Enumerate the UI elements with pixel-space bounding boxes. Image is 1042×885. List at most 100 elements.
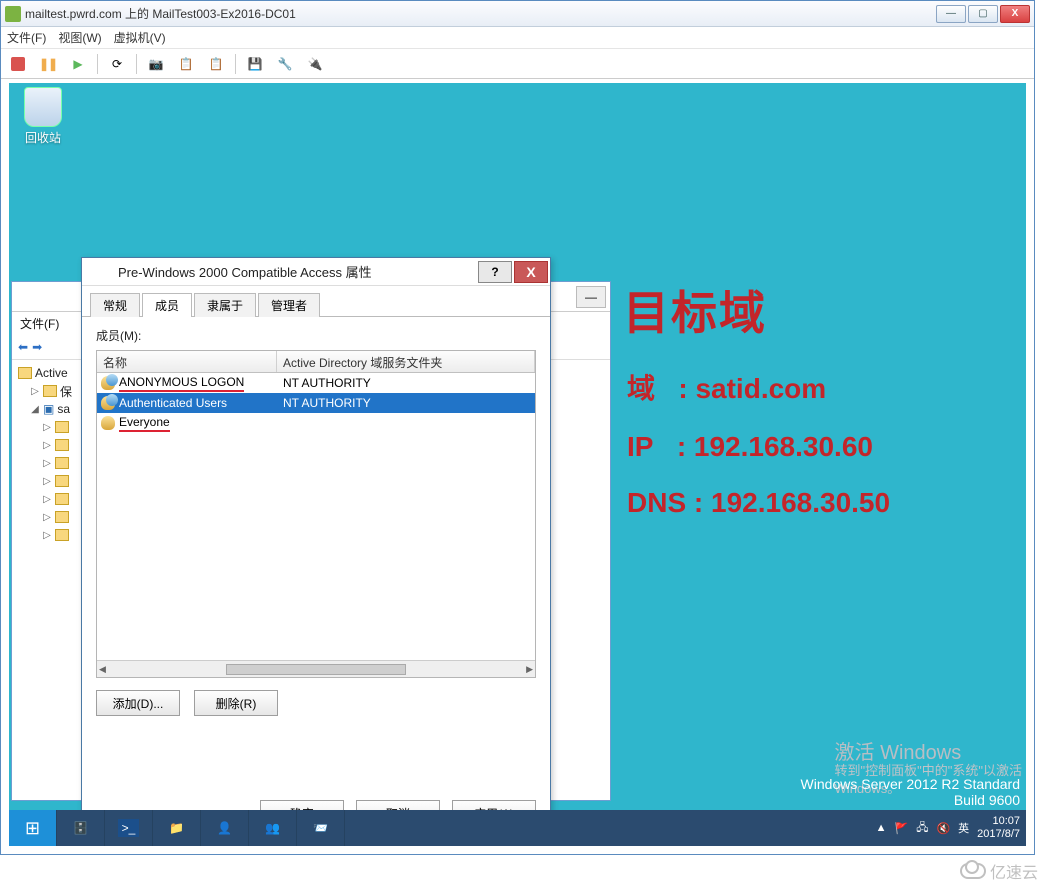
dialog-titlebar[interactable]: Pre-Windows 2000 Compatible Access 属性 ? …	[82, 258, 550, 286]
folder-icon	[55, 439, 69, 451]
expand-icon[interactable]: ▷	[30, 386, 40, 397]
expand-icon[interactable]: ▷	[42, 422, 52, 433]
folder-icon	[55, 493, 69, 505]
overlay-header: 目标域	[623, 277, 767, 343]
menu-vm[interactable]: 虚拟机(V)	[114, 29, 166, 46]
member-name: ANONYMOUS LOGON	[119, 375, 244, 392]
user-icon	[101, 376, 115, 390]
tool-icon[interactable]: 📋	[205, 53, 227, 75]
member-folder: NT AUTHORITY	[277, 376, 535, 390]
column-name[interactable]: 名称	[97, 351, 277, 372]
ad-menu-file[interactable]: 文件(F)	[20, 315, 59, 332]
horizontal-scrollbar[interactable]: ◀ ▶	[97, 660, 535, 677]
folder-icon	[55, 421, 69, 433]
tool-icon[interactable]: 🔧	[274, 53, 296, 75]
play-button[interactable]: ▶	[67, 53, 89, 75]
taskbar-server-manager[interactable]: 🗄️	[57, 810, 105, 846]
tool-icon[interactable]: 💾	[244, 53, 266, 75]
taskbar-app-icon[interactable]: 👤	[201, 810, 249, 846]
remove-button[interactable]: 删除(R)	[194, 690, 278, 716]
folder-icon	[18, 367, 32, 379]
toolbar-separator	[136, 54, 137, 74]
expand-icon[interactable]: ▷	[42, 458, 52, 469]
vm-titlebar[interactable]: mailtest.pwrd.com 上的 MailTest003-Ex2016-…	[1, 1, 1034, 27]
vm-viewer-window: mailtest.pwrd.com 上的 MailTest003-Ex2016-…	[0, 0, 1035, 855]
tab-general[interactable]: 常规	[90, 293, 140, 317]
tray-ime[interactable]: 英	[958, 820, 969, 836]
members-label: 成员(M):	[96, 327, 536, 344]
guest-desktop[interactable]: 回收站 ▢ X 本地域 本地域 本地域 本地域 本地域 本地域 本地域 本地域 …	[1, 79, 1034, 854]
help-button[interactable]: ?	[478, 261, 512, 283]
column-folder[interactable]: Active Directory 域服务文件夹	[277, 351, 535, 372]
ad-min-button[interactable]: —	[576, 286, 606, 308]
tray-sound-icon[interactable]: 🔇	[936, 822, 950, 835]
overlay-domain: 域 : satid.com	[627, 365, 826, 413]
os-version: Windows Server 2012 R2 Standard Build 96…	[801, 776, 1020, 808]
recycle-bin-label: 回收站	[25, 131, 61, 145]
tab-managedby[interactable]: 管理者	[258, 293, 320, 317]
tab-members[interactable]: 成员	[142, 293, 192, 317]
table-row[interactable]: Authenticated Users NT AUTHORITY	[97, 393, 535, 413]
taskbar-powershell[interactable]: >_	[105, 810, 153, 846]
taskbar-app-icon[interactable]: 📨	[297, 810, 345, 846]
close-button[interactable]: X	[1000, 5, 1030, 23]
tool-icon[interactable]: 📷	[145, 53, 167, 75]
expand-icon[interactable]: ▷	[42, 440, 52, 451]
tray-up-icon[interactable]: ▲	[876, 822, 887, 834]
table-row[interactable]: Everyone	[97, 413, 535, 433]
folder-icon	[55, 529, 69, 541]
minimize-button[interactable]: —	[936, 5, 966, 23]
properties-dialog: Pre-Windows 2000 Compatible Access 属性 ? …	[81, 257, 551, 837]
taskbar[interactable]: ⊞ 🗄️ >_ 📁 👤 👥 📨 ▲ 🚩 🖧 🔇 英 10:07 2017/8/7	[9, 810, 1026, 846]
member-name: Authenticated Users	[119, 396, 227, 410]
collapse-icon[interactable]: ◢	[30, 404, 40, 415]
tree-node[interactable]: 保	[60, 383, 72, 400]
dialog-close-button[interactable]: X	[514, 261, 548, 283]
maximize-button[interactable]: ▢	[968, 5, 998, 23]
members-table[interactable]: 名称 Active Directory 域服务文件夹 ANONYMOUS LOG…	[96, 350, 536, 678]
tree-node[interactable]: sa	[57, 402, 70, 416]
tray-clock[interactable]: 10:07 2017/8/7	[977, 815, 1020, 841]
tool-icon[interactable]: 📋	[175, 53, 197, 75]
overlay-dns: DNS : 192.168.30.50	[627, 479, 890, 527]
menu-file[interactable]: 文件(F)	[7, 29, 46, 46]
cloud-icon	[960, 863, 986, 879]
dialog-tabs: 常规 成员 隶属于 管理者	[82, 286, 550, 317]
start-button[interactable]: ⊞	[9, 810, 57, 846]
vm-toolbar: ❚❚ ▶ ⟳ 📷 📋 📋 💾 🔧 🔌	[1, 49, 1034, 79]
tray-network-icon[interactable]: 🖧	[916, 819, 928, 838]
tray-flag-icon[interactable]: 🚩	[895, 822, 909, 835]
recycle-bin[interactable]: 回收站	[15, 87, 71, 146]
expand-icon[interactable]: ▷	[42, 512, 52, 523]
user-icon	[101, 416, 115, 430]
tool-icon[interactable]: 🔌	[304, 53, 326, 75]
scroll-right-icon[interactable]: ▶	[526, 664, 533, 675]
expand-icon[interactable]: ▷	[42, 476, 52, 487]
site-watermark: 亿速云	[960, 859, 1038, 883]
scroll-left-icon[interactable]: ◀	[99, 664, 106, 675]
member-folder: NT AUTHORITY	[277, 396, 535, 410]
expand-icon[interactable]: ▷	[42, 530, 52, 541]
nav-back-icon[interactable]: ⬅	[18, 340, 28, 354]
folder-icon	[55, 511, 69, 523]
pause-button[interactable]: ❚❚	[37, 53, 59, 75]
menu-view[interactable]: 视图(W)	[58, 29, 101, 46]
add-button[interactable]: 添加(D)...	[96, 690, 180, 716]
toolbar-separator	[235, 54, 236, 74]
system-tray[interactable]: ▲ 🚩 🖧 🔇 英 10:07 2017/8/7	[870, 815, 1026, 841]
table-row[interactable]: ANONYMOUS LOGON NT AUTHORITY	[97, 373, 535, 393]
toolbar-separator	[97, 54, 98, 74]
member-name: Everyone	[119, 415, 170, 432]
taskbar-explorer[interactable]: 📁	[153, 810, 201, 846]
expand-icon[interactable]: ▷	[42, 494, 52, 505]
scroll-thumb[interactable]	[226, 664, 406, 675]
nav-fwd-icon[interactable]: ➡	[32, 340, 42, 354]
tree-root[interactable]: Active	[35, 366, 68, 380]
stop-button[interactable]	[7, 53, 29, 75]
taskbar-app-icon[interactable]: 👥	[249, 810, 297, 846]
refresh-button[interactable]: ⟳	[106, 53, 128, 75]
folder-icon	[55, 457, 69, 469]
tab-memberof[interactable]: 隶属于	[194, 293, 256, 317]
vm-app-icon	[5, 6, 21, 22]
vm-title: mailtest.pwrd.com 上的 MailTest003-Ex2016-…	[25, 5, 936, 22]
